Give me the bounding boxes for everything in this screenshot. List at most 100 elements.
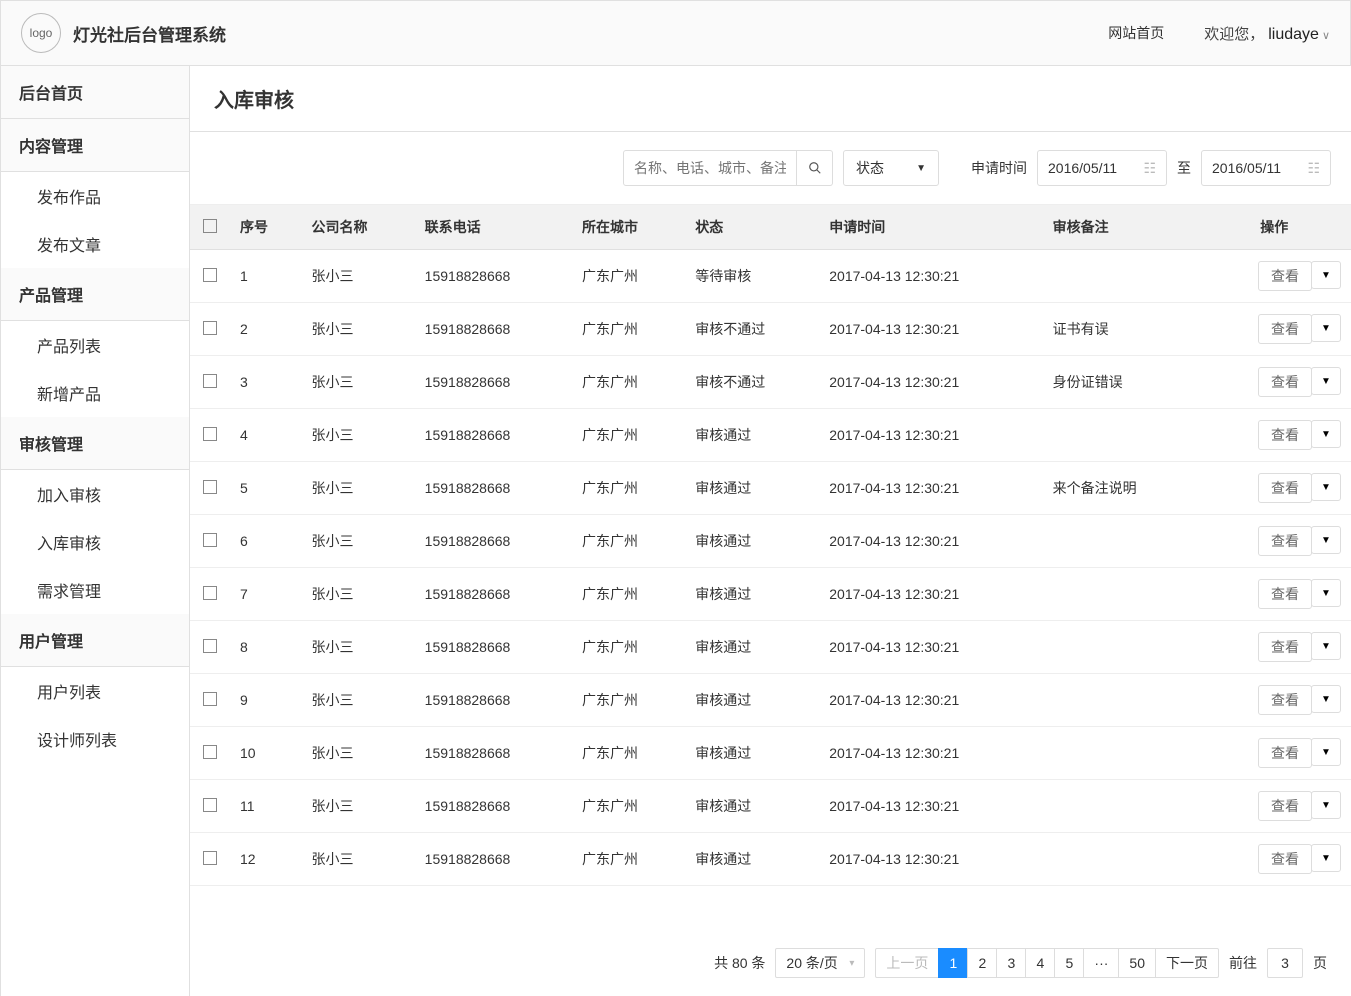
chevron-down-icon: ▼ xyxy=(1321,482,1331,493)
more-actions-button[interactable]: ▼ xyxy=(1311,791,1341,819)
view-button[interactable]: 查看 xyxy=(1258,473,1312,503)
next-page-button[interactable]: 下一页 xyxy=(1155,948,1219,978)
more-actions-button[interactable]: ▼ xyxy=(1311,526,1341,554)
sidebar-group[interactable]: 后台首页 xyxy=(1,66,189,119)
col-header: 审核备注 xyxy=(1043,205,1198,250)
cell-city: 广东广州 xyxy=(572,727,685,780)
row-checkbox[interactable] xyxy=(203,427,217,441)
chevron-down-icon: ▼ xyxy=(1321,429,1331,440)
more-actions-button[interactable]: ▼ xyxy=(1311,844,1341,872)
sidebar-group[interactable]: 产品管理 xyxy=(1,268,189,321)
more-actions-button[interactable]: ▼ xyxy=(1311,261,1341,289)
sidebar-item[interactable]: 加入审核 xyxy=(1,470,189,518)
sidebar-group[interactable]: 审核管理 xyxy=(1,417,189,470)
page-size-select[interactable]: 20 条/页 ▾ xyxy=(775,948,865,978)
page-title: 入库审核 xyxy=(190,66,1351,132)
page-number-button[interactable]: 5 xyxy=(1054,948,1084,978)
cell-status: 审核通过 xyxy=(685,727,819,780)
table-row: 8张小三15918828668广东广州审核通过2017-04-13 12:30:… xyxy=(190,621,1351,674)
cell-name: 张小三 xyxy=(301,621,414,674)
row-checkbox[interactable] xyxy=(203,745,217,759)
status-select[interactable]: 状态 ▼ xyxy=(843,150,939,186)
username-label[interactable]: liudaye xyxy=(1268,26,1319,43)
sidebar-item[interactable]: 发布作品 xyxy=(1,172,189,220)
cell-status: 审核通过 xyxy=(685,780,819,833)
row-checkbox[interactable] xyxy=(203,586,217,600)
sidebar-item[interactable]: 设计师列表 xyxy=(1,715,189,763)
cell-time: 2017-04-13 12:30:21 xyxy=(819,568,1042,621)
cell-phone: 15918828668 xyxy=(415,727,572,780)
sidebar-item[interactable]: 用户列表 xyxy=(1,667,189,715)
view-button[interactable]: 查看 xyxy=(1258,685,1312,715)
sidebar: 后台首页内容管理发布作品发布文章产品管理产品列表新增产品审核管理加入审核入库审核… xyxy=(0,66,190,996)
cell-remark xyxy=(1043,568,1198,621)
row-checkbox[interactable] xyxy=(203,851,217,865)
sidebar-group[interactable]: 内容管理 xyxy=(1,119,189,172)
more-actions-button[interactable]: ▼ xyxy=(1311,685,1341,713)
row-checkbox[interactable] xyxy=(203,268,217,282)
page-number-button[interactable]: 4 xyxy=(1025,948,1055,978)
data-table: 序号公司名称联系电话所在城市状态申请时间审核备注操作 1张小三159188286… xyxy=(190,205,1351,886)
chevron-down-icon: ▼ xyxy=(1321,588,1331,599)
site-home-link[interactable]: 网站首页 xyxy=(1108,23,1164,43)
row-checkbox[interactable] xyxy=(203,692,217,706)
more-actions-button[interactable]: ▼ xyxy=(1311,420,1341,448)
more-actions-button[interactable]: ▼ xyxy=(1311,473,1341,501)
more-actions-button[interactable]: ▼ xyxy=(1311,314,1341,342)
cell-time: 2017-04-13 12:30:21 xyxy=(819,409,1042,462)
date-from-input[interactable]: 2016/05/11 ☷ xyxy=(1037,150,1167,186)
row-checkbox[interactable] xyxy=(203,639,217,653)
page-number-button[interactable]: 50 xyxy=(1118,948,1156,978)
page-number-button[interactable]: 3 xyxy=(996,948,1026,978)
row-checkbox[interactable] xyxy=(203,533,217,547)
cell-idx: 10 xyxy=(230,727,301,780)
cell-name: 张小三 xyxy=(301,409,414,462)
row-checkbox[interactable] xyxy=(203,798,217,812)
date-to-value: 2016/05/11 xyxy=(1212,160,1281,176)
search-button[interactable] xyxy=(797,150,833,186)
sidebar-group[interactable]: 用户管理 xyxy=(1,614,189,667)
more-actions-button[interactable]: ▼ xyxy=(1311,632,1341,660)
toolbar: 状态 ▼ 申请时间 2016/05/11 ☷ 至 2016/05/11 ☷ xyxy=(190,132,1351,205)
table-row: 11张小三15918828668广东广州审核通过2017-04-13 12:30… xyxy=(190,780,1351,833)
view-button[interactable]: 查看 xyxy=(1258,579,1312,609)
sidebar-item[interactable]: 入库审核 xyxy=(1,518,189,566)
cell-idx: 4 xyxy=(230,409,301,462)
cell-phone: 15918828668 xyxy=(415,303,572,356)
page-number-button[interactable]: 2 xyxy=(967,948,997,978)
chevron-down-icon: ▼ xyxy=(1321,694,1331,705)
view-button[interactable]: 查看 xyxy=(1258,314,1312,344)
page-number-button[interactable]: 1 xyxy=(938,948,968,978)
sidebar-item[interactable]: 发布文章 xyxy=(1,220,189,268)
date-to-input[interactable]: 2016/05/11 ☷ xyxy=(1201,150,1331,186)
sidebar-item[interactable]: 新增产品 xyxy=(1,369,189,417)
sidebar-item[interactable]: 需求管理 xyxy=(1,566,189,614)
view-button[interactable]: 查看 xyxy=(1258,738,1312,768)
more-actions-button[interactable]: ▼ xyxy=(1311,367,1341,395)
view-button[interactable]: 查看 xyxy=(1258,791,1312,821)
view-button[interactable]: 查看 xyxy=(1258,844,1312,874)
goto-page-input[interactable]: 3 xyxy=(1267,948,1303,978)
select-all-checkbox[interactable] xyxy=(203,219,217,233)
page-size-value: 20 条/页 xyxy=(786,953,837,973)
more-actions-button[interactable]: ▼ xyxy=(1311,579,1341,607)
cell-idx: 6 xyxy=(230,515,301,568)
cell-city: 广东广州 xyxy=(572,833,685,886)
row-checkbox[interactable] xyxy=(203,374,217,388)
cell-remark xyxy=(1043,727,1198,780)
row-checkbox[interactable] xyxy=(203,480,217,494)
view-button[interactable]: 查看 xyxy=(1258,420,1312,450)
chevron-down-icon[interactable]: ∨ xyxy=(1322,30,1330,42)
view-button[interactable]: 查看 xyxy=(1258,261,1312,291)
view-button[interactable]: 查看 xyxy=(1258,632,1312,662)
cell-time: 2017-04-13 12:30:21 xyxy=(819,462,1042,515)
sidebar-item[interactable]: 产品列表 xyxy=(1,321,189,369)
more-actions-button[interactable]: ▼ xyxy=(1311,738,1341,766)
apply-time-label: 申请时间 xyxy=(971,158,1027,178)
row-checkbox[interactable] xyxy=(203,321,217,335)
cell-remark xyxy=(1043,515,1198,568)
prev-page-button[interactable]: 上一页 xyxy=(875,948,939,978)
view-button[interactable]: 查看 xyxy=(1258,367,1312,397)
search-input[interactable] xyxy=(623,150,797,186)
view-button[interactable]: 查看 xyxy=(1258,526,1312,556)
